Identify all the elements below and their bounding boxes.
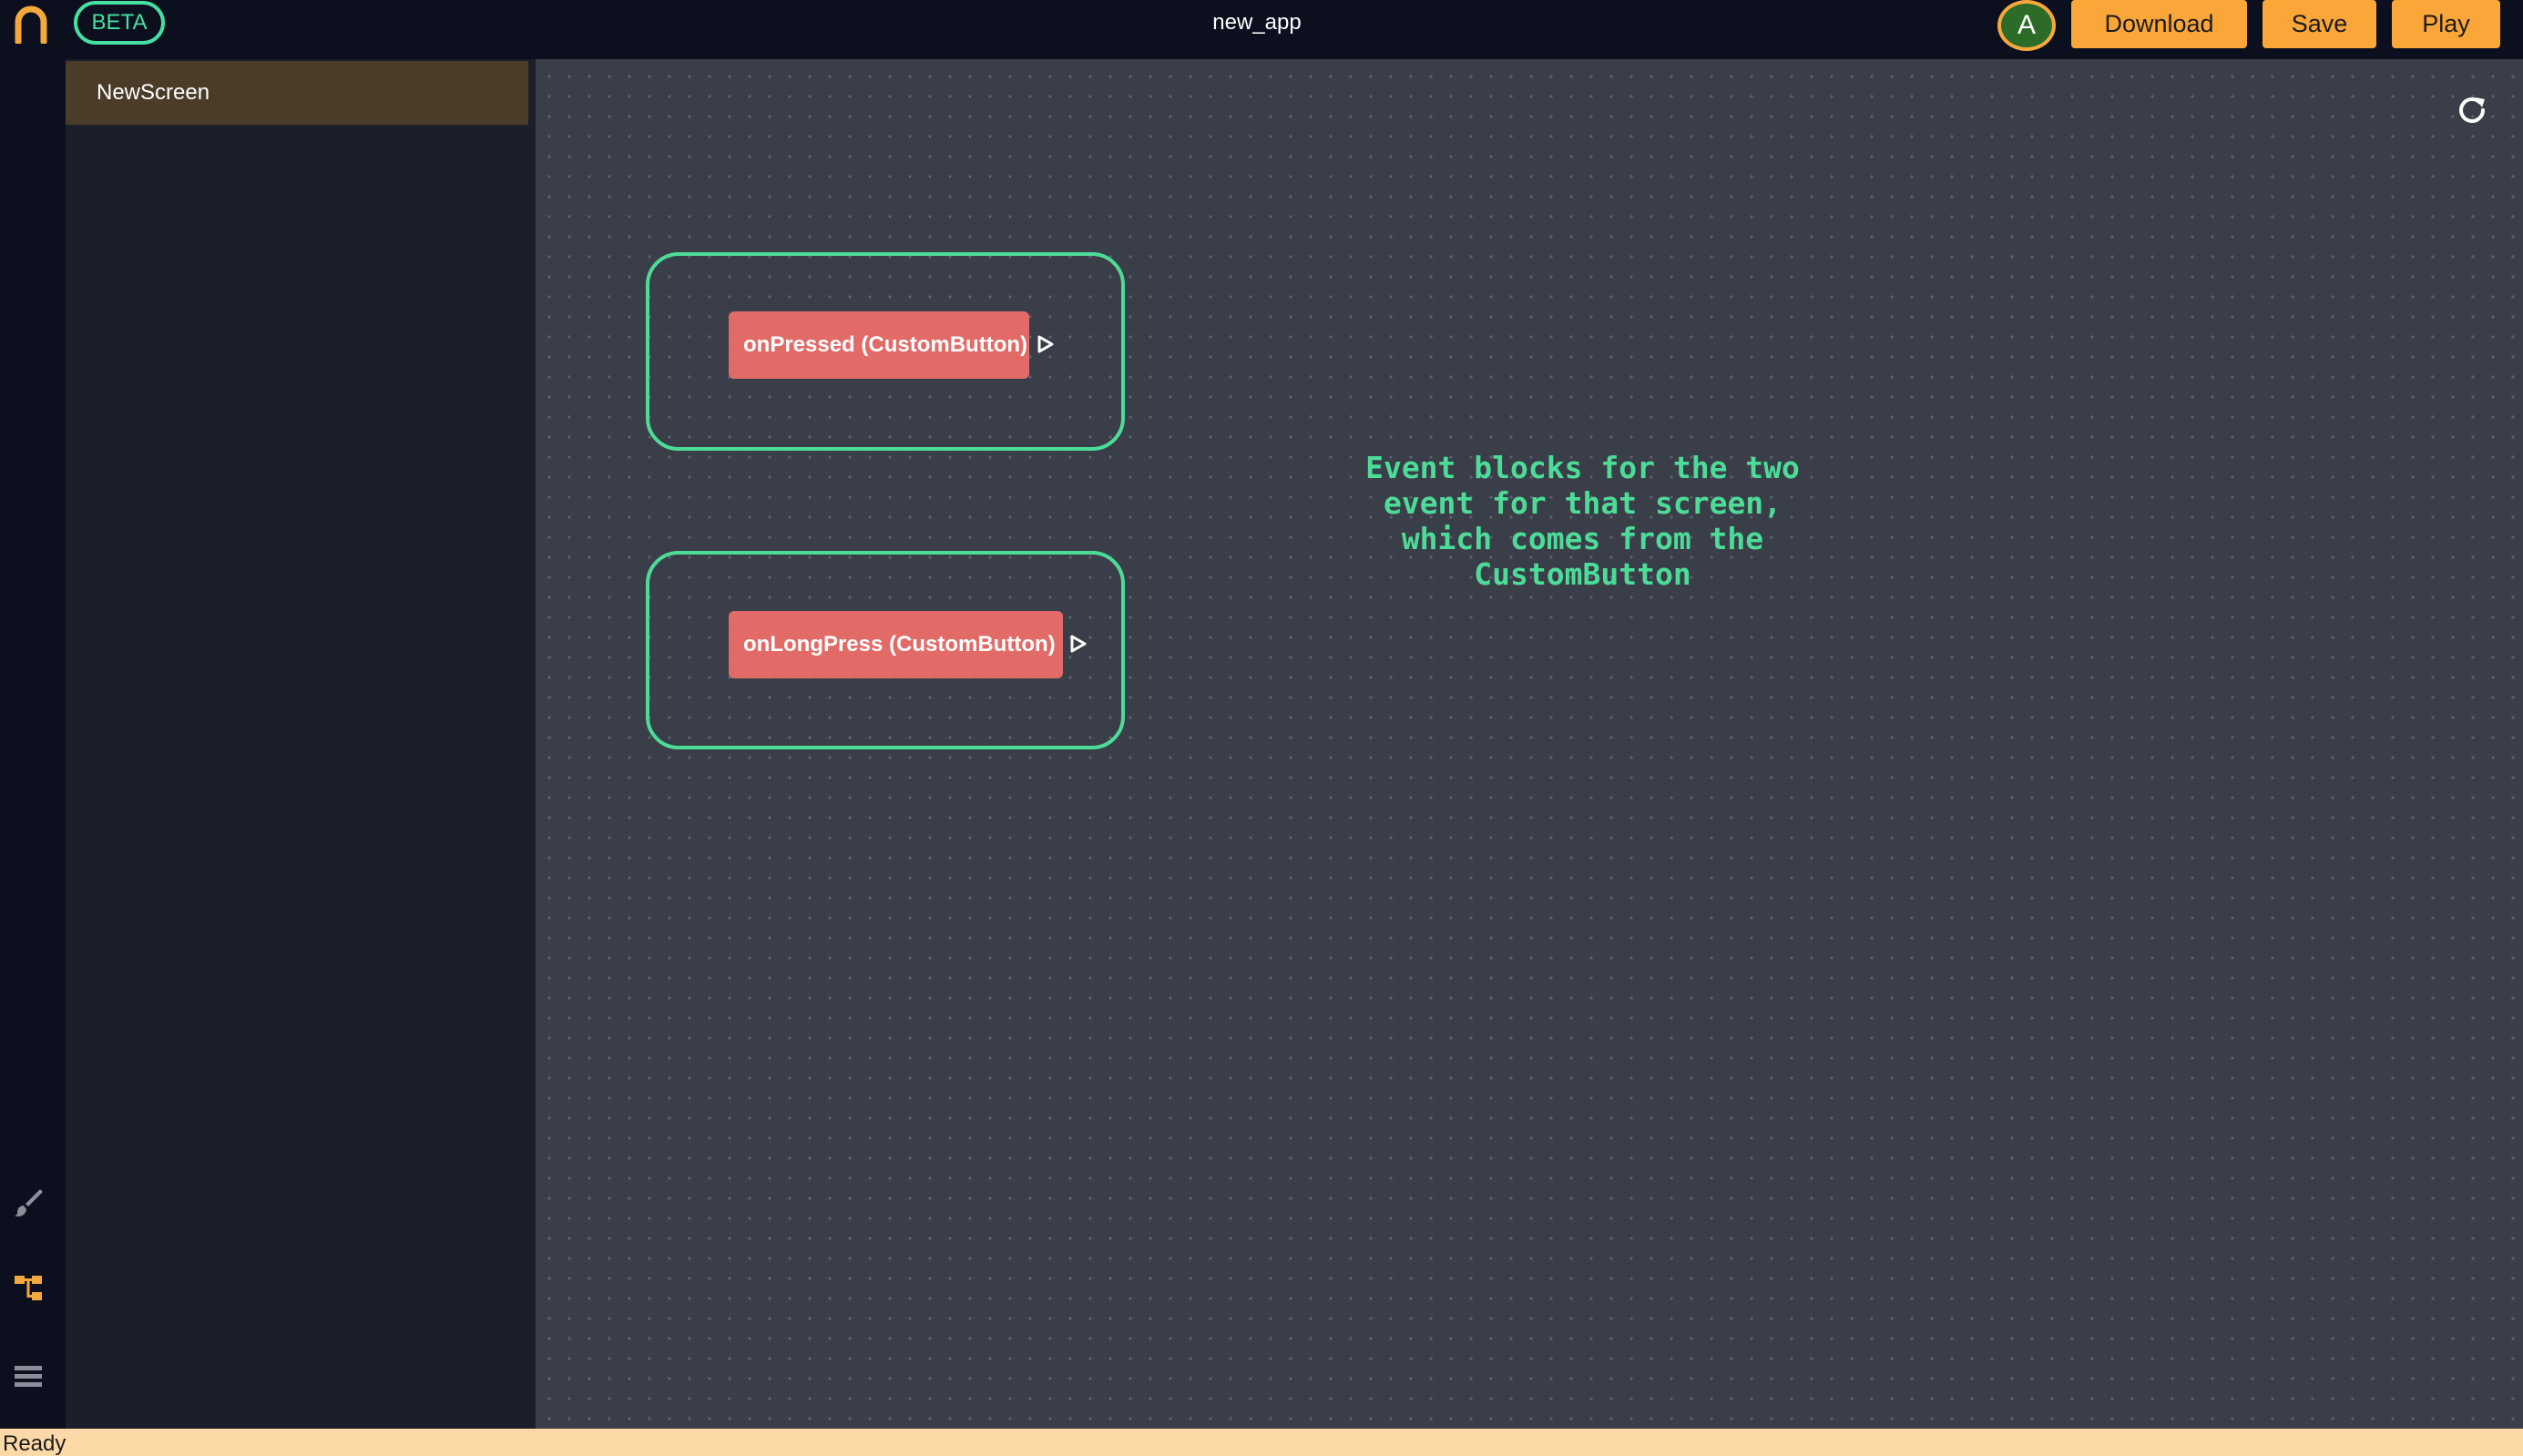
screen-list-panel: NewScreen xyxy=(66,59,536,1429)
canvas-annotation: Event blocks for the two event for that … xyxy=(1365,450,1800,592)
play-arrow-icon[interactable] xyxy=(1069,634,1088,654)
top-bar: BETA new_app A Download Save Play xyxy=(0,0,2523,59)
user-avatar[interactable]: A xyxy=(1997,0,2056,51)
block-tree-icon[interactable] xyxy=(13,1272,44,1303)
event-block-onpressed[interactable]: onPressed (CustomButton) xyxy=(729,311,1029,379)
app-root: BETA new_app A Download Save Play NewScr… xyxy=(0,0,2523,1456)
save-button[interactable]: Save xyxy=(2263,0,2376,48)
app-title: new_app xyxy=(1212,10,1302,35)
play-button[interactable]: Play xyxy=(2392,0,2500,48)
app-logo-icon xyxy=(15,5,47,44)
list-icon[interactable] xyxy=(13,1361,44,1392)
event-block-onlongpress[interactable]: onLongPress (CustomButton) xyxy=(729,611,1063,678)
download-button[interactable]: Download xyxy=(2071,0,2247,48)
screen-list-item[interactable]: NewScreen xyxy=(66,61,528,125)
refresh-icon[interactable] xyxy=(2454,92,2490,128)
brush-icon[interactable] xyxy=(13,1186,44,1217)
play-arrow-icon[interactable] xyxy=(1037,334,1055,354)
status-bar: Ready xyxy=(0,1429,2523,1456)
beta-badge: BETA xyxy=(74,1,165,45)
left-icon-rail xyxy=(0,59,66,1429)
